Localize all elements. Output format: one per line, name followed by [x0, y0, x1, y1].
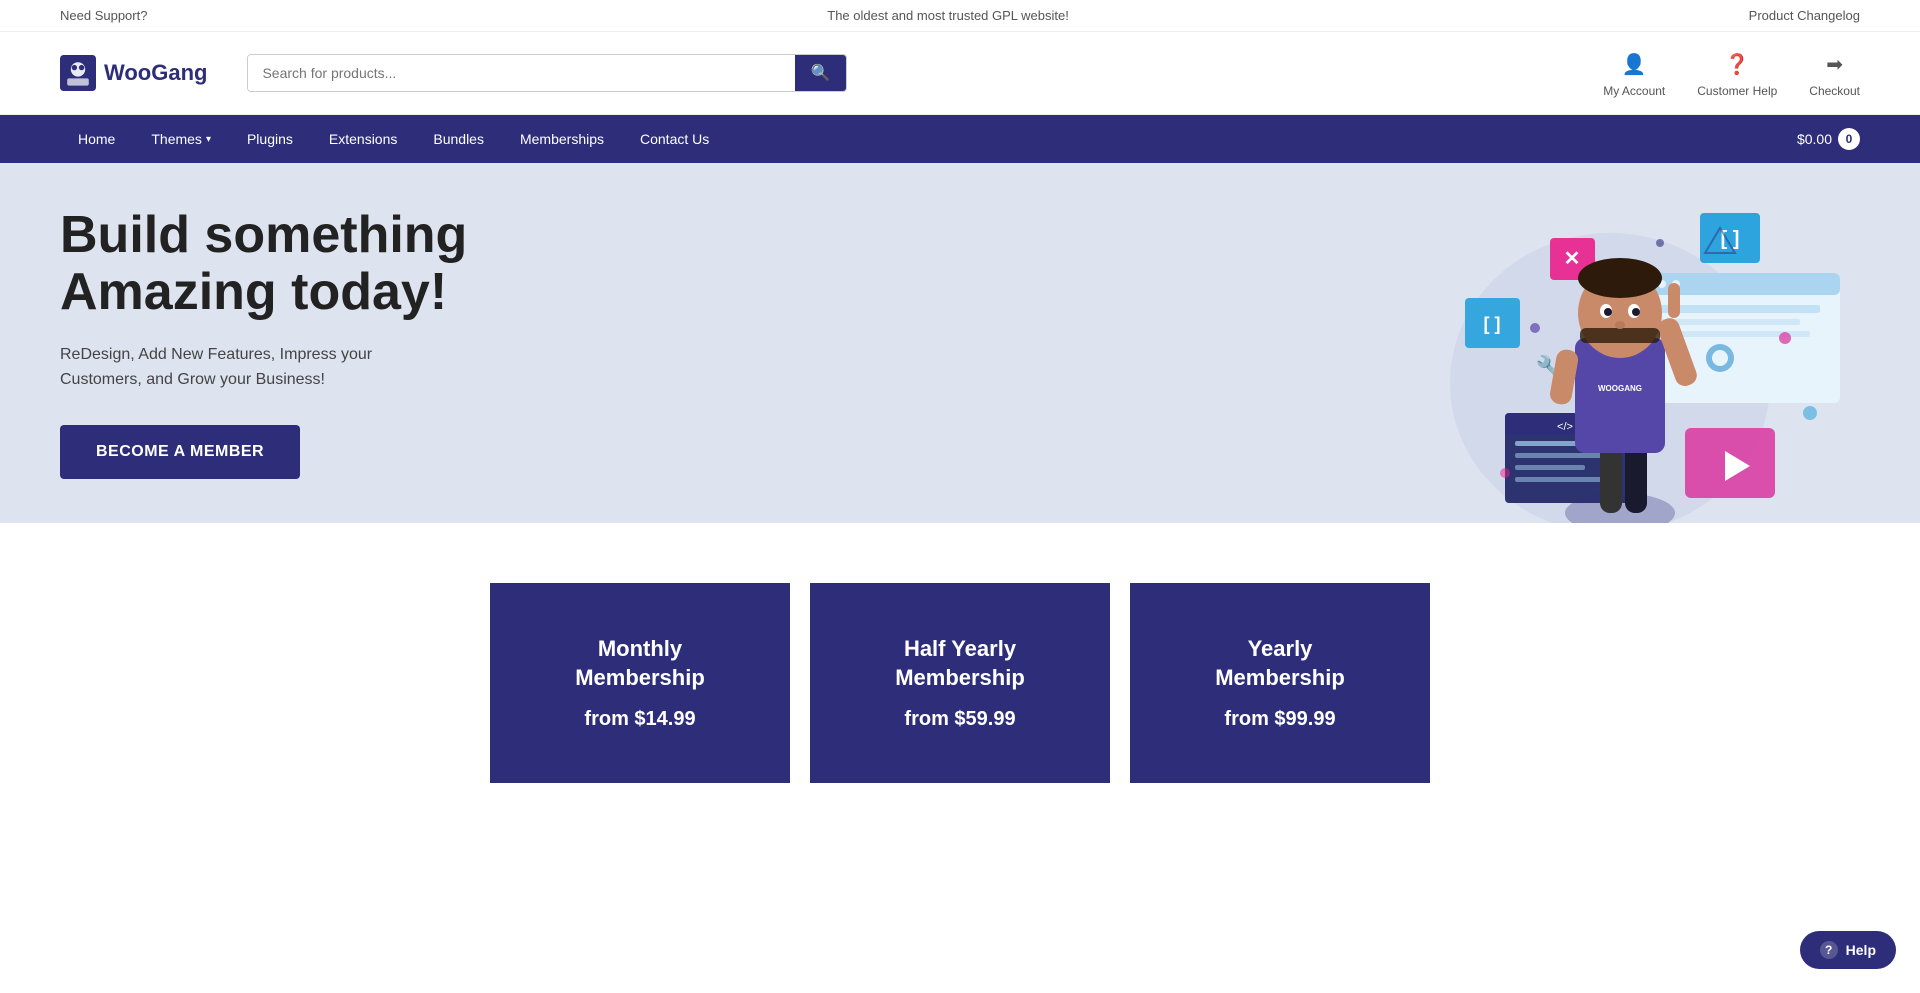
membership-section: MonthlyMembership from $14.99 Half Yearl… — [0, 523, 1920, 843]
customer-help-link[interactable]: ❓ Customer Help — [1697, 48, 1777, 98]
half-yearly-membership-card[interactable]: Half YearlyMembership from $59.99 — [810, 583, 1110, 783]
yearly-price: from $99.99 — [1224, 708, 1335, 731]
hero-title-line2: Amazing today! — [60, 263, 447, 321]
hero-illustration: [ ] ✕ [ ] </> — [1360, 183, 1860, 523]
nav-plugins[interactable]: Plugins — [229, 115, 311, 163]
hero-subtitle: ReDesign, Add New Features, Impress your… — [60, 342, 467, 393]
search-bar: 🔍 — [247, 54, 847, 92]
hero-section: Build something Amazing today! ReDesign,… — [0, 163, 1920, 523]
nav-extensions[interactable]: Extensions — [311, 115, 415, 163]
customer-help-label: Customer Help — [1697, 84, 1777, 98]
hero-content: Build something Amazing today! ReDesign,… — [60, 207, 467, 479]
svg-text:</>: </> — [1557, 421, 1573, 433]
svg-text:✕: ✕ — [1564, 248, 1581, 270]
header: WooGang 🔍 👤 My Account ❓ Customer Help ➡… — [0, 32, 1920, 115]
hero-title: Build something Amazing today! — [60, 207, 467, 321]
become-member-button[interactable]: Become A Member — [60, 425, 300, 479]
cart-price: $0.00 — [1797, 131, 1832, 147]
cart-button[interactable]: $0.00 0 — [1797, 128, 1860, 150]
search-icon: 🔍 — [811, 65, 831, 82]
svg-text:[ ]: [ ] — [1721, 228, 1740, 250]
help-icon: ❓ — [1721, 48, 1753, 80]
main-nav: Home Themes ▾ Plugins Extensions Bundles… — [0, 115, 1920, 163]
nav-contact[interactable]: Contact Us — [622, 115, 727, 163]
account-label: My Account — [1603, 84, 1665, 98]
account-icon: 👤 — [1618, 48, 1650, 80]
cart-count: 0 — [1838, 128, 1860, 150]
svg-text:[ ]: [ ] — [1484, 314, 1501, 334]
yearly-membership-card[interactable]: YearlyMembership from $99.99 — [1130, 583, 1430, 783]
hero-title-line1: Build something — [60, 206, 467, 264]
svg-text:WOOGANG: WOOGANG — [1598, 384, 1642, 393]
top-bar-right[interactable]: Product Changelog — [1749, 8, 1860, 23]
monthly-price: from $14.99 — [584, 708, 695, 731]
nav-bundles[interactable]: Bundles — [415, 115, 502, 163]
yearly-title: YearlyMembership — [1215, 635, 1345, 692]
checkout-icon: ➡ — [1819, 48, 1851, 80]
help-button-label: Help — [1846, 942, 1876, 958]
half-yearly-price: from $59.99 — [904, 708, 1015, 731]
monthly-membership-card[interactable]: MonthlyMembership from $14.99 — [490, 583, 790, 783]
nav-links: Home Themes ▾ Plugins Extensions Bundles… — [60, 115, 1797, 163]
header-icons: 👤 My Account ❓ Customer Help ➡ Checkout — [1603, 48, 1860, 98]
hero-svg: [ ] ✕ [ ] </> — [1360, 183, 1860, 523]
top-bar-center: The oldest and most trusted GPL website! — [827, 8, 1069, 23]
nav-memberships[interactable]: Memberships — [502, 115, 622, 163]
top-bar: Need Support? The oldest and most truste… — [0, 0, 1920, 32]
help-button-icon: ? — [1820, 941, 1838, 959]
checkout-link[interactable]: ➡ Checkout — [1809, 48, 1860, 98]
my-account-link[interactable]: 👤 My Account — [1603, 48, 1665, 98]
top-bar-left[interactable]: Need Support? — [60, 8, 147, 23]
logo[interactable]: WooGang — [60, 55, 207, 91]
search-button[interactable]: 🔍 — [795, 55, 847, 91]
help-button[interactable]: ? Help — [1800, 931, 1896, 969]
themes-chevron: ▾ — [206, 134, 211, 145]
nav-themes[interactable]: Themes ▾ — [133, 115, 229, 163]
nav-home[interactable]: Home — [60, 115, 133, 163]
search-input[interactable] — [248, 55, 794, 91]
logo-icon — [60, 55, 96, 91]
half-yearly-title: Half YearlyMembership — [895, 635, 1025, 692]
logo-text: WooGang — [104, 60, 207, 86]
monthly-title: MonthlyMembership — [575, 635, 705, 692]
checkout-label: Checkout — [1809, 84, 1860, 98]
